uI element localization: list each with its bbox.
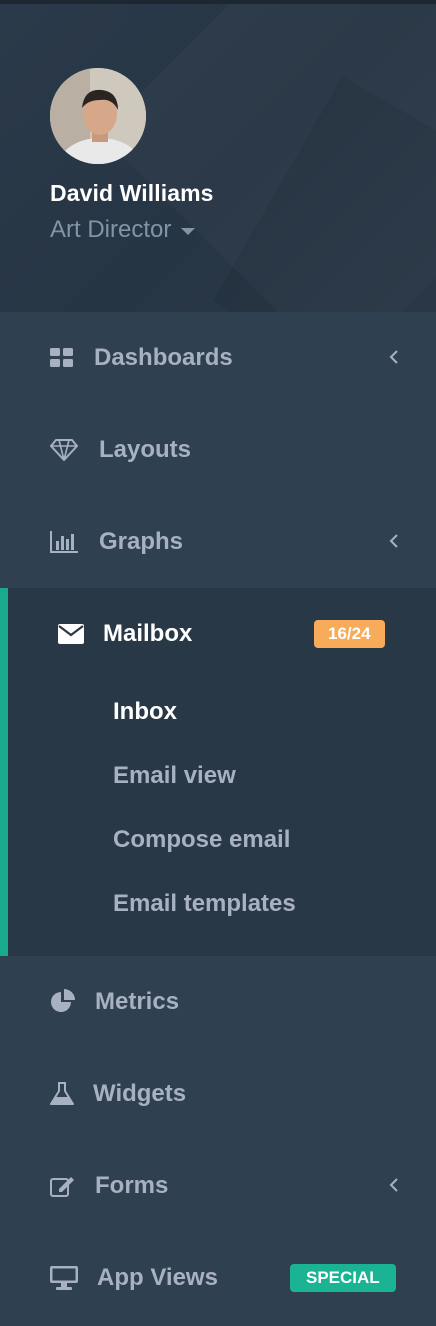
sidebar-item-label: Graphs [99, 528, 184, 555]
sidebar-item-graphs[interactable]: Graphs [0, 496, 436, 588]
sidebar-item-metrics[interactable]: Metrics [0, 956, 436, 1048]
sidebar-item-app-views[interactable]: App Views SPECIAL [0, 1232, 436, 1324]
sidebar-item-forms[interactable]: Forms [0, 1140, 436, 1232]
desktop-icon [50, 1266, 78, 1290]
sidebar-item-label: Widgets [93, 1080, 187, 1107]
th-large-icon [50, 348, 74, 368]
bar-chart-icon [50, 531, 78, 553]
sidebar-item-layouts[interactable]: Layouts [0, 404, 436, 496]
chevron-left-icon[interactable] [388, 1172, 400, 1200]
user-name: David Williams [50, 180, 214, 206]
flask-icon [50, 1082, 74, 1106]
chevron-left-icon[interactable] [388, 344, 400, 372]
sidebar-item-label: Forms [95, 1172, 169, 1199]
edit-icon [50, 1175, 76, 1197]
sidebar-item-label: Layouts [99, 436, 192, 463]
count-badge: 16/24 [314, 620, 385, 648]
profile-header: David Williams Art Director [0, 4, 436, 312]
pie-chart-icon [50, 989, 76, 1015]
sidebar-item-label: App Views [97, 1264, 218, 1291]
user-role: Art Director [50, 216, 172, 243]
sidebar-item-mailbox-group: Mailbox 16/24 Inbox Email view Compose e… [0, 588, 436, 956]
envelope-icon [58, 624, 84, 644]
submenu-item-email-templates[interactable]: Email templates [113, 890, 296, 918]
submenu-item-inbox[interactable]: Inbox [113, 698, 177, 726]
submenu-item-compose-email[interactable]: Compose email [113, 826, 290, 854]
submenu-item-email-view[interactable]: Email view [113, 762, 236, 790]
special-badge: SPECIAL [290, 1264, 396, 1292]
caret-down-icon[interactable] [181, 228, 196, 235]
sidebar-item-label: Mailbox [103, 620, 193, 647]
role-dropdown[interactable]: Art Director [50, 216, 196, 244]
sidebar-item-dashboards[interactable]: Dashboards [0, 312, 436, 404]
chevron-left-icon[interactable] [388, 528, 400, 556]
sidebar-item-label: Dashboards [94, 344, 233, 371]
sidebar-item-mailbox[interactable]: Mailbox 16/24 [0, 588, 436, 680]
sidebar-item-widgets[interactable]: Widgets [0, 1048, 436, 1140]
sidebar-nav: Dashboards Layouts Graphs Mailbox 16/24 … [0, 312, 436, 1324]
diamond-icon [50, 439, 78, 461]
sidebar-item-label: Metrics [95, 988, 180, 1015]
avatar[interactable] [50, 68, 146, 164]
